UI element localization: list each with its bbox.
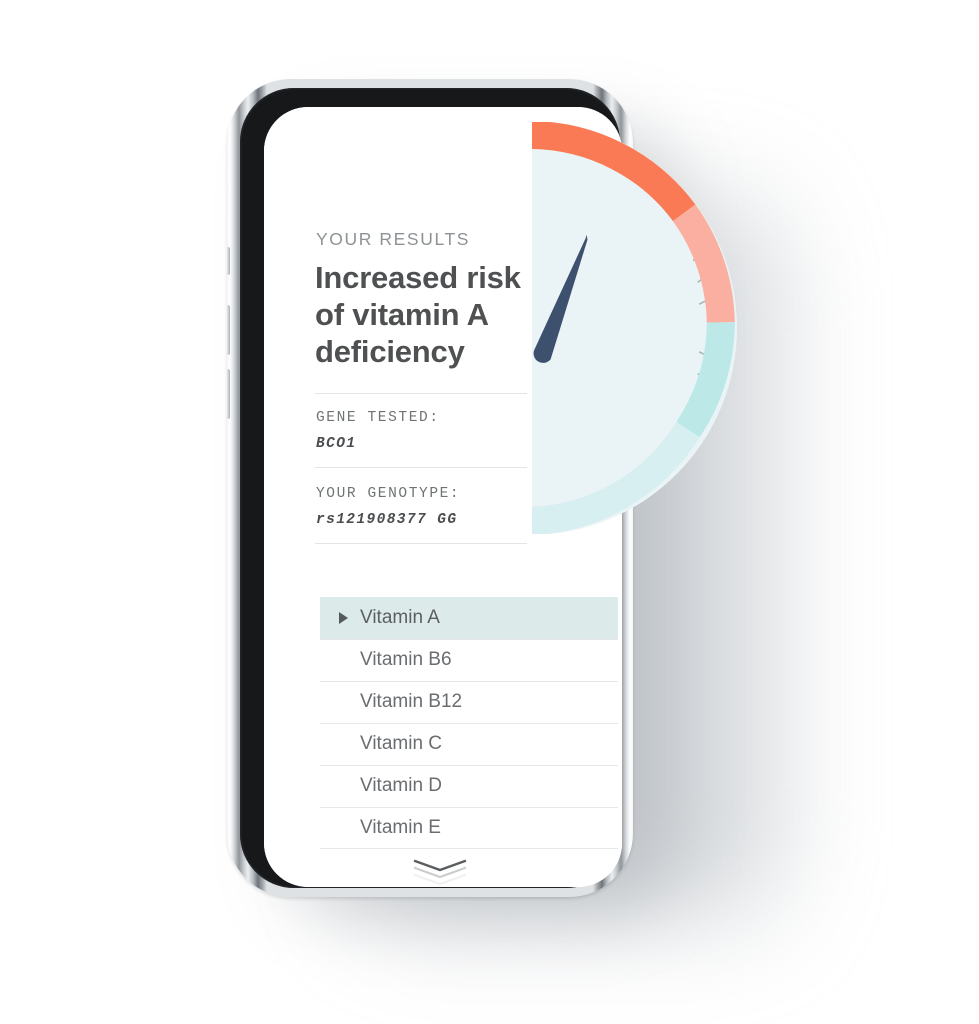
list-item-label: Vitamin D bbox=[360, 775, 443, 796]
list-item-label: Vitamin B12 bbox=[360, 691, 463, 712]
phone-screen: YOUR RESULTS Increased risk of vitamin A… bbox=[264, 107, 622, 887]
page-title: Increased risk of vitamin A deficiency bbox=[315, 260, 521, 369]
scroll-down-chevrons[interactable] bbox=[413, 859, 473, 887]
volume-up-button[interactable] bbox=[226, 305, 230, 355]
triangle-right-icon bbox=[339, 612, 348, 624]
screen-content: YOUR RESULTS Increased risk of vitamin A… bbox=[264, 107, 622, 887]
list-item[interactable]: Vitamin B6 bbox=[320, 639, 618, 681]
power-button[interactable] bbox=[630, 291, 634, 365]
list-divider bbox=[320, 723, 618, 724]
silent-switch[interactable] bbox=[226, 247, 230, 275]
list-item[interactable]: Vitamin A bbox=[320, 597, 618, 639]
list-divider bbox=[320, 848, 618, 849]
vitamin-list[interactable]: Vitamin A Vitamin B6 Vitamin B12 Vitamin C V… bbox=[320, 597, 618, 849]
list-divider bbox=[320, 681, 618, 682]
screenshot-root: YOUR RESULTS Increased risk of vitamin A… bbox=[0, 0, 979, 1024]
phone-bezel: YOUR RESULTS Increased risk of vitamin A… bbox=[240, 88, 622, 888]
divider-bottom bbox=[315, 543, 527, 544]
list-item-label: Vitamin E bbox=[360, 817, 441, 838]
gene-tested-label: GENE TESTED: bbox=[316, 410, 440, 426]
divider-middle bbox=[315, 467, 527, 468]
list-item-label: Vitamin B6 bbox=[360, 649, 452, 670]
list-item-label: Vitamin A bbox=[360, 607, 440, 628]
list-divider bbox=[320, 639, 618, 640]
list-item[interactable]: Vitamin C bbox=[320, 723, 618, 765]
list-item-label: Vitamin C bbox=[360, 733, 443, 754]
divider-top bbox=[315, 393, 527, 394]
phone-device: YOUR RESULTS Increased risk of vitamin A… bbox=[226, 79, 634, 897]
gene-tested-value: BCO1 bbox=[316, 436, 357, 452]
genotype-label: YOUR GENOTYPE: bbox=[316, 486, 461, 502]
list-item[interactable]: Vitamin E bbox=[320, 807, 618, 849]
volume-down-button[interactable] bbox=[226, 369, 230, 419]
genotype-value: rs121908377 GG bbox=[316, 512, 458, 528]
chevron-down-icon bbox=[413, 873, 467, 887]
page-eyebrow: YOUR RESULTS bbox=[316, 229, 471, 249]
list-item[interactable]: Vitamin B12 bbox=[320, 681, 618, 723]
list-item[interactable]: Vitamin D bbox=[320, 765, 618, 807]
list-divider bbox=[320, 765, 618, 766]
list-divider bbox=[320, 807, 618, 808]
